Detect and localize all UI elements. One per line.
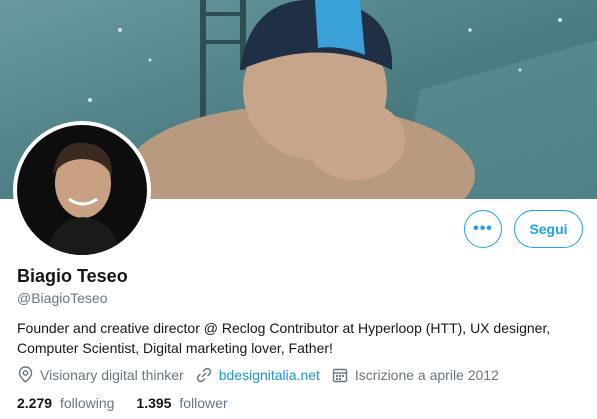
profile-bio: Founder and creative director @ Reclog C… <box>17 320 551 356</box>
location-pin-icon <box>17 366 34 383</box>
following-stat[interactable]: 2.279 following <box>17 395 114 411</box>
profile-stats: 2.279 following 1.395 follower <box>17 395 250 411</box>
following-label: following <box>59 395 115 411</box>
profile-meta: Visionary digital thinker bdesignitalia.… <box>17 366 511 383</box>
follower-stat[interactable]: 1.395 follower <box>136 395 227 411</box>
link-icon <box>196 366 213 383</box>
profile-avatar[interactable] <box>13 121 151 259</box>
follow-button[interactable]: Segui <box>514 210 583 248</box>
follower-label: follower <box>179 395 228 411</box>
profile-name: Biagio Teseo <box>17 266 128 286</box>
avatar-image <box>17 125 147 255</box>
location-item: Visionary digital thinker <box>17 366 184 383</box>
joined-text: Iscrizione a aprile 2012 <box>354 366 499 383</box>
follower-count: 1.395 <box>136 395 172 411</box>
more-options-icon: ••• <box>473 220 493 237</box>
calendar-icon <box>332 366 349 383</box>
more-options-button[interactable]: ••• <box>464 210 502 248</box>
following-count: 2.279 <box>17 395 53 411</box>
location-text: Visionary digital thinker <box>40 366 184 383</box>
website-link[interactable]: bdesignitalia.net <box>219 367 320 383</box>
profile-handle: @BiagioTeseo <box>17 290 108 306</box>
website-item: bdesignitalia.net <box>196 366 320 383</box>
joined-item: Iscrizione a aprile 2012 <box>332 366 499 383</box>
